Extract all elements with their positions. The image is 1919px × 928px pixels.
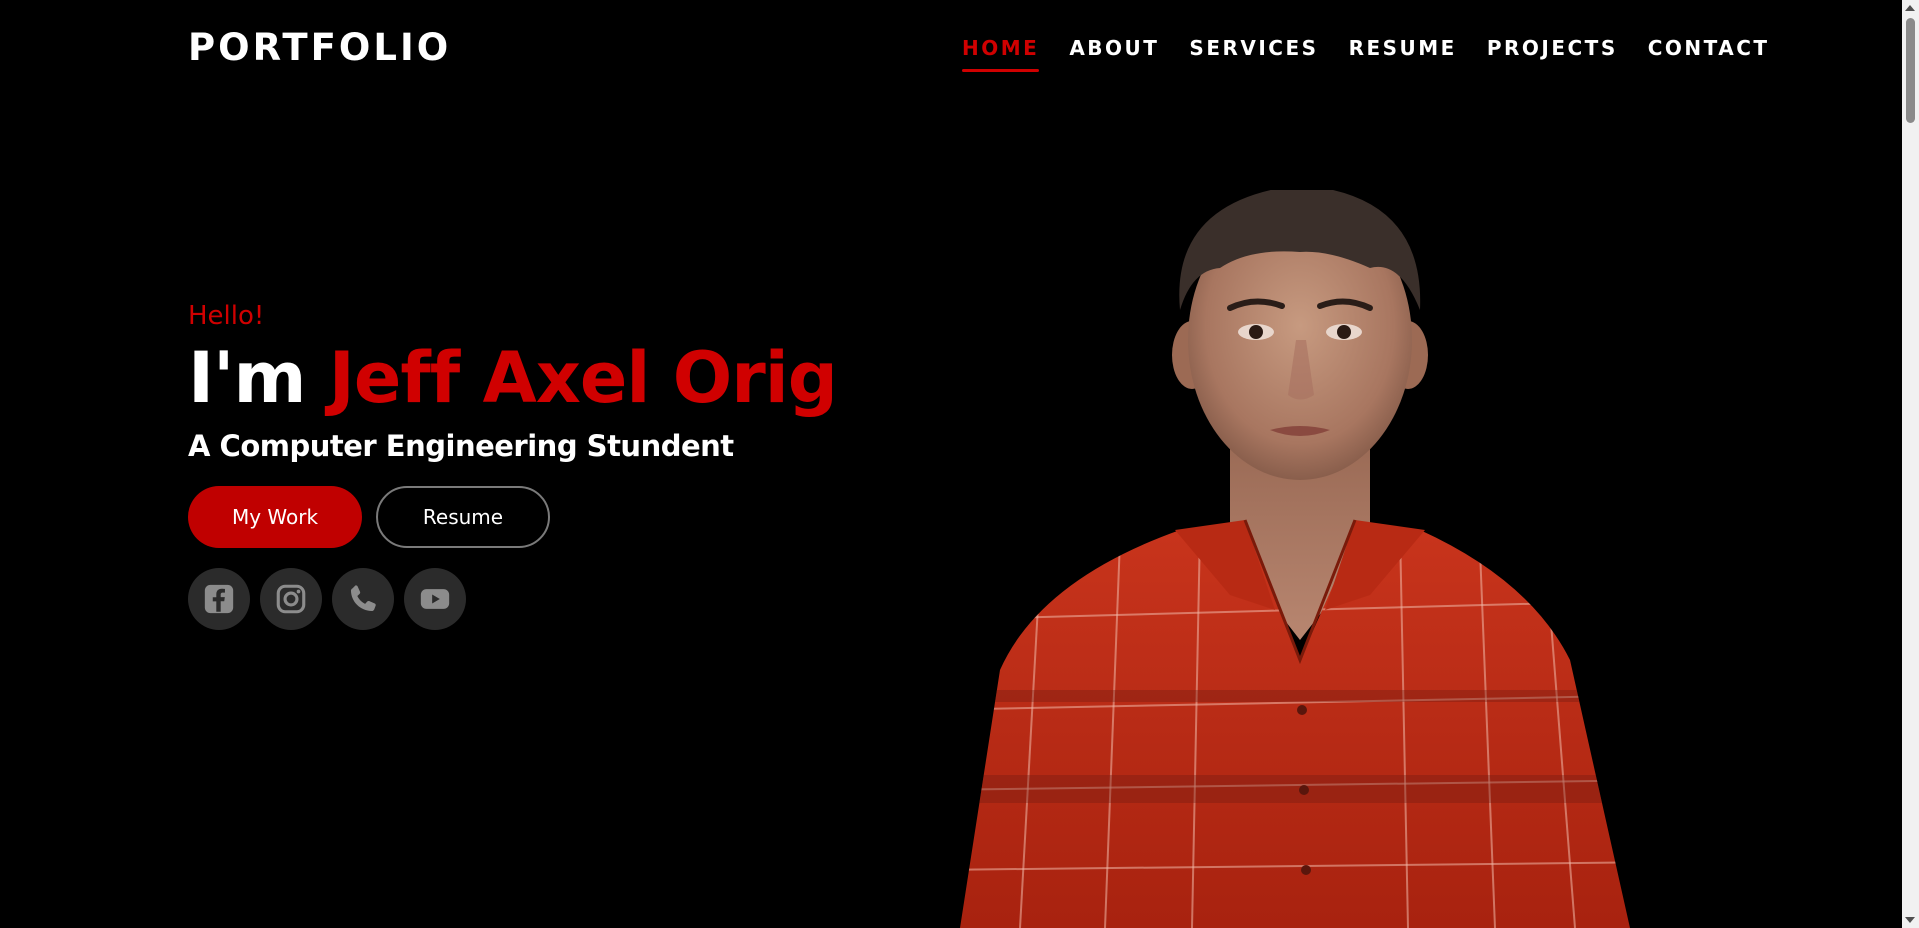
scrollbar[interactable] (1902, 0, 1919, 928)
facebook-link[interactable] (188, 568, 250, 630)
nav-contact[interactable]: CONTACT (1648, 34, 1770, 72)
nav-services[interactable]: SERVICES (1189, 34, 1318, 72)
nav-home[interactable]: HOME (962, 34, 1040, 72)
nav-projects[interactable]: PROJECTS (1487, 34, 1618, 72)
scroll-up-arrow-icon[interactable] (1905, 5, 1915, 11)
social-links (188, 568, 837, 630)
hero-name: Jeff Axel Orig (328, 337, 838, 419)
hero-section: Hello! I'm Jeff Axel Orig A Computer Eng… (188, 298, 838, 630)
phone-icon (350, 585, 376, 612)
my-work-button[interactable]: My Work (188, 486, 362, 548)
brand-logo[interactable]: PORTFOLIO (188, 26, 451, 70)
youtube-link[interactable] (404, 568, 466, 630)
resume-button[interactable]: Resume (376, 486, 550, 548)
scroll-down-arrow-icon[interactable] (1905, 917, 1915, 923)
hero-subtitle: A Computer Engineering Stundent (188, 429, 734, 463)
hero-buttons: My Work Resume (188, 486, 837, 548)
nav-resume[interactable]: RESUME (1349, 34, 1457, 72)
hero-heading: I'm Jeff Axel Orig (188, 336, 838, 420)
phone-link[interactable] (332, 568, 394, 630)
scrollbar-thumb[interactable] (1906, 18, 1915, 123)
instagram-link[interactable] (260, 568, 322, 630)
main-nav: HOME ABOUT SERVICES RESUME PROJECTS CONT… (962, 34, 1770, 72)
facebook-icon (204, 584, 234, 614)
youtube-icon (420, 589, 450, 609)
nav-about[interactable]: ABOUT (1069, 34, 1159, 72)
hero-intro: I'm (188, 337, 306, 419)
hero-greeting: Hello! (188, 301, 265, 331)
profile-photo (960, 190, 1630, 928)
instagram-icon (276, 584, 306, 614)
page: PORTFOLIO HOME ABOUT SERVICES RESUME PRO… (0, 0, 1919, 928)
